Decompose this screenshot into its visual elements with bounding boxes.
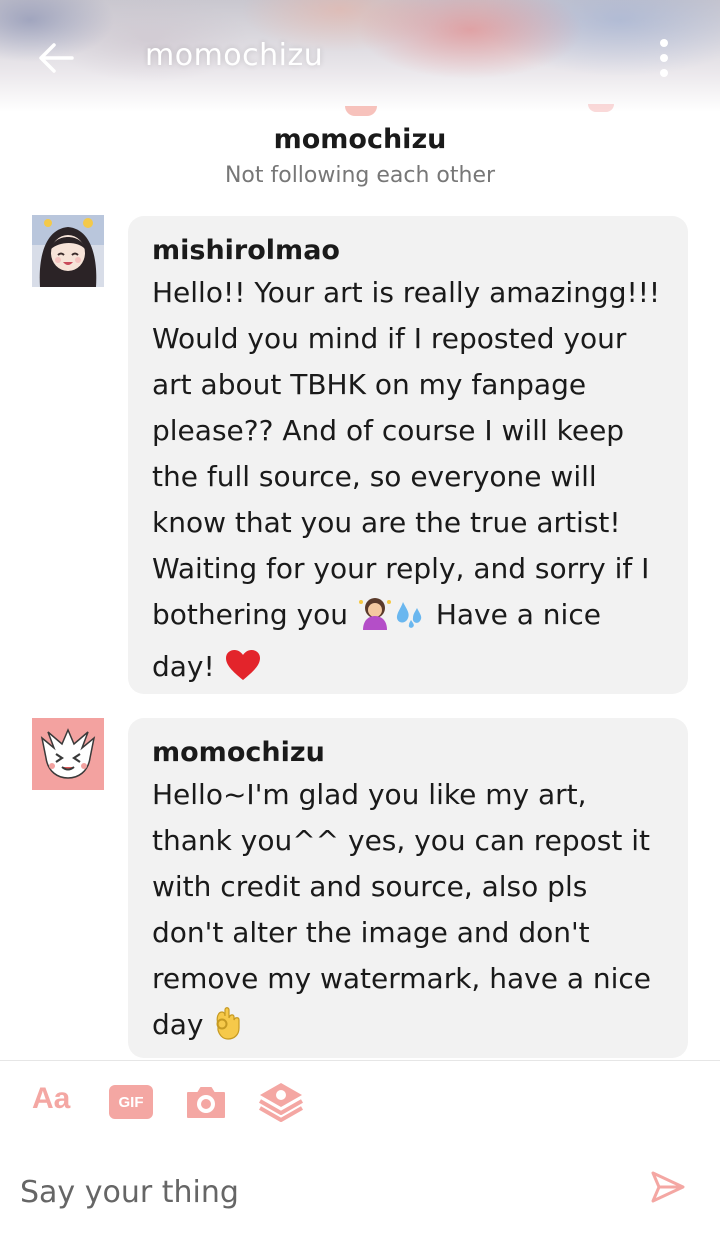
avatar-momochizu[interactable] [32, 718, 104, 790]
message-author[interactable]: momochizu [152, 736, 664, 770]
message-author[interactable]: mishirolmao [152, 234, 664, 268]
composer-divider [0, 1060, 720, 1061]
camera-button[interactable] [184, 1080, 228, 1124]
message-text-part: Hello!! Your art is really amazingg!!! W… [152, 276, 661, 631]
avatar-image [32, 718, 104, 790]
more-vertical-icon-dot [660, 54, 668, 62]
message-text-part: Hello~I'm glad you like my art, thank yo… [152, 778, 652, 1041]
person-bowing-emoji [357, 596, 393, 644]
text-format-button[interactable]: Aa [32, 1082, 70, 1116]
more-vertical-icon [660, 39, 668, 47]
top-bar: momochizu [0, 0, 720, 116]
header-decoration [588, 104, 614, 112]
follow-status: Not following each other [224, 163, 496, 188]
message-text: Hello~I'm glad you like my art, thank yo… [152, 772, 664, 1054]
message-bubble: mishirolmao Hello!! Your art is really a… [128, 216, 688, 694]
message-bubble: momochizu Hello~I'm glad you like my art… [128, 718, 688, 1058]
sticker-button[interactable] [258, 1080, 304, 1124]
ok-hand-emoji [212, 1004, 246, 1054]
send-icon [651, 1171, 685, 1203]
conversation-name[interactable]: momochizu [0, 124, 720, 155]
message-input[interactable] [18, 1166, 622, 1218]
sweat-droplets-emoji [393, 598, 427, 644]
header-decoration [345, 106, 377, 116]
gif-button[interactable]: GIF [109, 1085, 153, 1119]
sticker-icon [259, 1083, 303, 1122]
avatar-mishirolmao[interactable] [32, 215, 104, 287]
avatar-image [32, 215, 104, 287]
send-button[interactable] [650, 1170, 690, 1206]
header-title: momochizu [145, 38, 324, 73]
more-options-button[interactable] [650, 38, 678, 78]
more-vertical-icon-dot [660, 69, 668, 77]
back-button[interactable] [36, 38, 76, 78]
red-heart-emoji [224, 648, 262, 696]
arrow-left-icon [39, 43, 74, 73]
message-text: Hello!! Your art is really amazingg!!! W… [152, 270, 664, 696]
camera-icon [187, 1087, 225, 1118]
